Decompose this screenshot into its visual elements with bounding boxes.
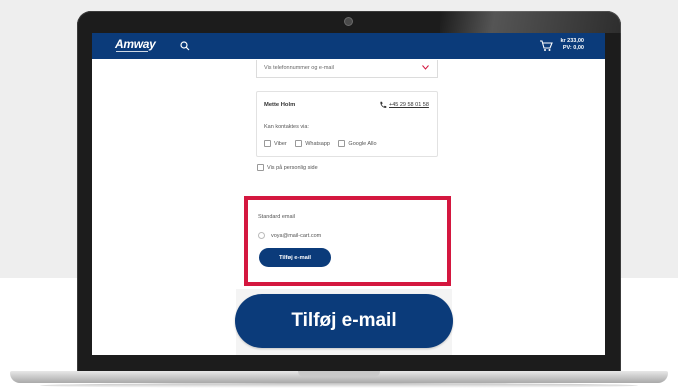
add-email-button-zoomed[interactable]: Tilføj e-mail — [235, 294, 453, 348]
show-personal-label: Vis på personlig side — [267, 164, 318, 171]
option-whatsapp[interactable]: Whatsapp — [295, 140, 330, 147]
contact-name: Mette Holm — [264, 102, 296, 108]
cart-pv: PV: 0,00 — [562, 45, 584, 51]
laptop-shadow — [40, 383, 638, 388]
email-radio[interactable] — [258, 232, 265, 239]
show-personal-checkbox[interactable] — [257, 164, 264, 171]
option-label: Google Allo — [348, 140, 377, 147]
email-highlight-box: Standard email voya@mail-cart.com Tilføj… — [244, 196, 451, 286]
logo-underline — [116, 51, 148, 52]
search-icon[interactable] — [180, 41, 190, 51]
phone-icon — [380, 101, 387, 108]
amway-logo[interactable]: Amway — [115, 37, 156, 51]
webcam-icon — [344, 17, 353, 26]
laptop-base-notch — [298, 371, 380, 377]
email-value: voya@mail-cart.com — [271, 232, 322, 239]
cart-amount: kr 233,00 — [560, 38, 584, 44]
cart-icon[interactable] — [539, 39, 553, 52]
google-allo-checkbox[interactable] — [338, 140, 346, 147]
phone-link[interactable]: +45 29 58 01 58 — [389, 102, 429, 108]
contact-card: Mette Holm +45 29 58 01 58 Kan kontaktes… — [256, 91, 438, 157]
screen-glare — [440, 11, 621, 33]
visibility-select[interactable]: Vis telefonnummer og e-mail — [256, 60, 438, 78]
contact-options: Viber Whatsapp Google Allo — [264, 134, 381, 147]
visibility-select-value: Vis telefonnummer og e-mail — [264, 65, 334, 71]
standard-email-label: Standard email — [258, 214, 295, 220]
show-on-personal-page[interactable]: Vis på personlig side — [257, 164, 318, 171]
page-content: Vis telefonnummer og e-mail Mette Holm +… — [92, 59, 605, 355]
option-google-allo[interactable]: Google Allo — [338, 140, 377, 147]
chevron-down-icon — [422, 65, 429, 70]
contact-via-label: Kan kontaktes via: — [264, 124, 309, 130]
viber-checkbox[interactable] — [264, 140, 271, 147]
cart-summary[interactable]: kr 233,00 PV: 0,00 — [556, 38, 584, 52]
whatsapp-checkbox[interactable] — [295, 140, 303, 147]
email-option[interactable]: voya@mail-cart.com — [258, 232, 321, 239]
top-navbar: Amway kr 233,00 PV: 0,00 — [92, 33, 605, 59]
option-viber[interactable]: Viber — [264, 140, 287, 147]
option-label: Whatsapp — [305, 140, 330, 147]
add-email-button[interactable]: Tilføj e-mail — [259, 248, 331, 267]
laptop-screen: Amway kr 233,00 PV: 0,00 Vis telefonnumm… — [92, 33, 605, 355]
option-label: Viber — [274, 140, 287, 147]
